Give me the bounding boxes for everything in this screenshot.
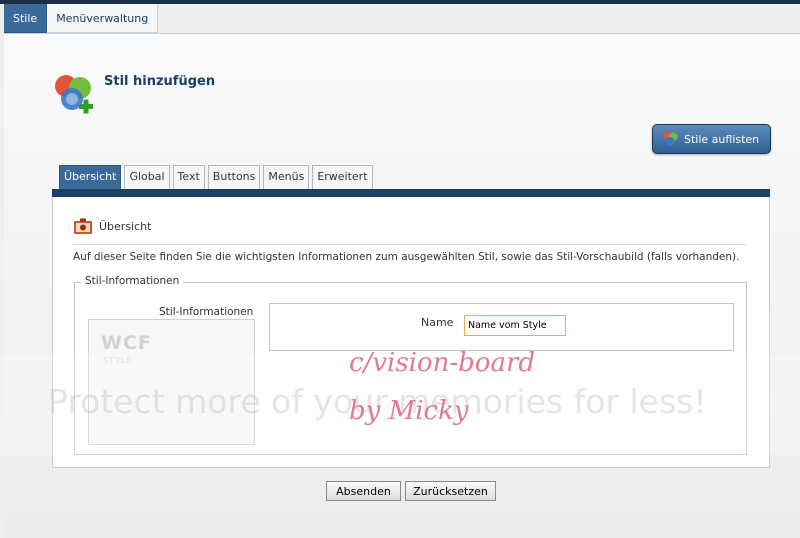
preview-label: Stil-Informationen [159, 306, 254, 318]
signature-line-2: by Micky [349, 396, 469, 426]
name-input[interactable] [464, 315, 566, 336]
section-title: Übersicht [99, 220, 152, 233]
signature-line-1: c/vision-board [349, 348, 536, 378]
main-nav: Stile Menüverwaltung [4, 4, 159, 33]
tab-buttons[interactable]: Buttons [207, 165, 261, 189]
list-styles-button[interactable]: Stile auflisten [652, 124, 771, 154]
list-styles-label: Stile auflisten [684, 132, 760, 146]
nav-tab-menu-management[interactable]: Menüverwaltung [47, 4, 159, 33]
nav-tab-styles[interactable]: Stile [4, 4, 48, 33]
fieldset-legend: Stil-Informationen [81, 275, 184, 287]
overview-icon [74, 218, 92, 234]
submit-button[interactable]: Absenden [326, 481, 401, 501]
preview-logo: WCF [101, 332, 152, 354]
page-title: Stil hinzufügen [104, 74, 216, 89]
section-description: Auf dieser Seite finden Sie die wichtigs… [73, 251, 740, 263]
tab-global[interactable]: Global [124, 165, 170, 189]
tab-bar [52, 189, 770, 197]
tab-overview[interactable]: Übersicht [59, 165, 122, 189]
name-label: Name [421, 316, 454, 329]
tab-text[interactable]: Text [172, 165, 205, 189]
tab-menus[interactable]: Menüs [263, 165, 310, 189]
section-divider [73, 244, 747, 245]
tab-advanced[interactable]: Erweitert [312, 165, 373, 189]
style-add-icon [55, 75, 93, 114]
form-tabs: Übersicht Global Text Buttons Menüs Erwe… [59, 165, 373, 189]
styles-icon [663, 131, 678, 146]
reset-button[interactable]: Zurücksetzen [405, 481, 496, 501]
